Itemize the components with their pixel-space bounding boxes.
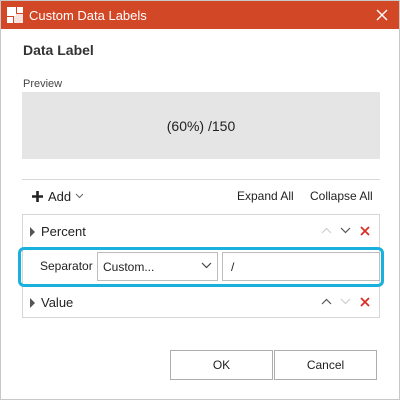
chevron-down-icon: [340, 298, 351, 305]
cancel-label: Cancel: [306, 358, 345, 372]
expand-all-button[interactable]: Expand All: [237, 189, 294, 203]
separator-input[interactable]: [222, 252, 380, 281]
close-button[interactable]: [371, 4, 393, 26]
ok-button[interactable]: OK: [170, 350, 273, 380]
chevron-down-icon: [340, 227, 351, 234]
separator-label: Separator: [40, 259, 93, 273]
separator-select[interactable]: Custom...: [97, 252, 218, 281]
list-item-percent[interactable]: Percent: [23, 215, 379, 249]
add-button[interactable]: Add: [31, 187, 84, 205]
toolbar-divider: [22, 179, 380, 180]
delete-button[interactable]: [358, 224, 371, 237]
collapse-all-button[interactable]: Collapse All: [310, 189, 373, 203]
delete-x-icon: [359, 225, 370, 236]
separator-select-value: Custom...: [103, 260, 155, 274]
chevron-up-icon: [321, 227, 332, 234]
chart-app-icon: [7, 7, 23, 23]
add-label: Add: [48, 188, 72, 204]
window-title: Custom Data Labels: [29, 8, 147, 23]
move-up-button[interactable]: [320, 224, 333, 237]
list-item-value[interactable]: Value: [23, 285, 379, 319]
delete-x-icon: [359, 296, 370, 307]
preview-text: (60%) /150: [166, 117, 236, 134]
plus-icon: [32, 190, 43, 202]
title-bar: Custom Data Labels: [1, 1, 399, 29]
preview-box: (60%) /150: [22, 92, 380, 159]
chevron-down-icon: [75, 193, 84, 199]
move-up-button[interactable]: [320, 295, 333, 308]
item-actions: [320, 295, 371, 308]
expand-arrow-icon[interactable]: [30, 227, 35, 237]
dialog-heading: Data Label: [23, 42, 94, 58]
cancel-button[interactable]: Cancel: [274, 350, 377, 380]
move-down-button[interactable]: [339, 224, 352, 237]
close-icon: [376, 9, 388, 21]
move-down-button[interactable]: [339, 295, 352, 308]
preview-label: Preview: [23, 78, 63, 90]
custom-data-labels-dialog: Custom Data Labels Data Label Preview (6…: [0, 0, 400, 400]
item-label: Value: [41, 295, 74, 310]
expand-arrow-icon[interactable]: [30, 298, 35, 308]
item-actions: [320, 224, 371, 237]
chevron-down-icon: [201, 262, 212, 269]
chevron-up-icon: [321, 298, 332, 305]
item-label: Percent: [41, 224, 86, 239]
ok-label: OK: [212, 358, 231, 372]
delete-button[interactable]: [358, 295, 371, 308]
